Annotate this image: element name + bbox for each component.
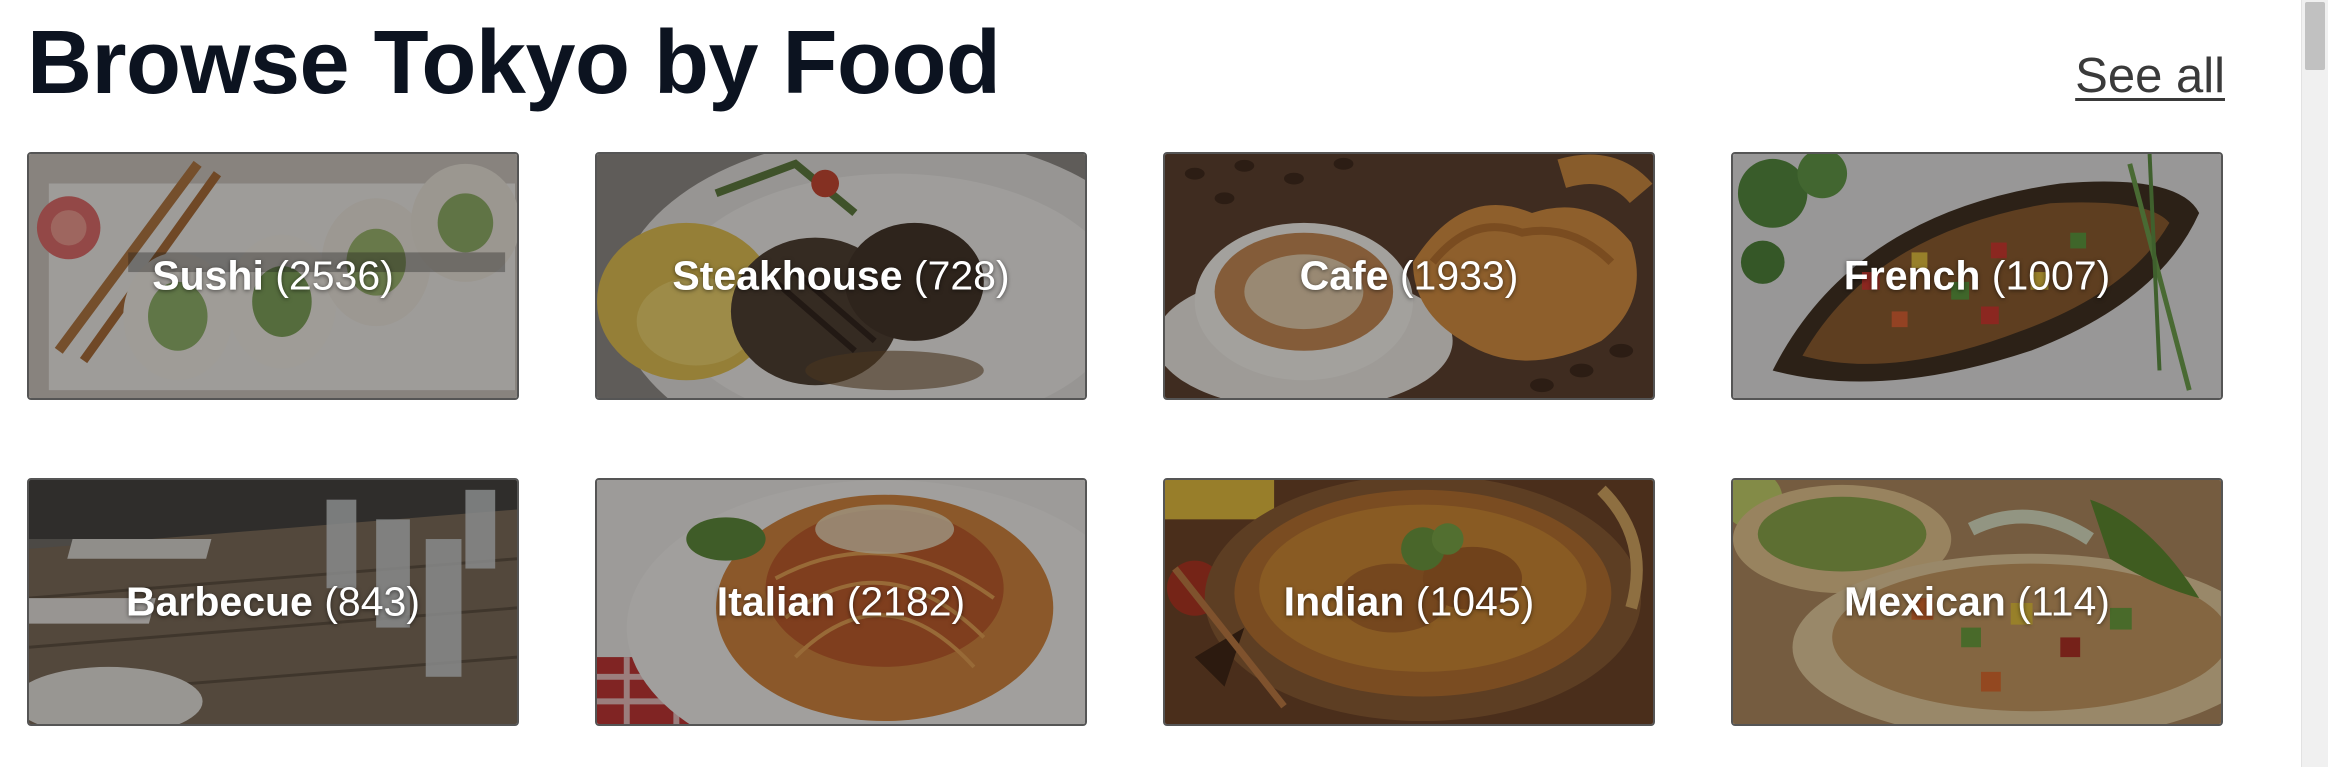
category-count: (728) <box>913 252 1010 299</box>
category-count: (843) <box>324 578 420 625</box>
category-label: Barbecue (843) <box>29 579 517 626</box>
category-count: (2182) <box>846 578 966 625</box>
category-label: Indian (1045) <box>1165 579 1653 626</box>
vertical-scrollbar[interactable] <box>2301 0 2328 767</box>
category-tile-sushi[interactable]: Sushi (2536) <box>27 152 519 400</box>
category-tile-steakhouse[interactable]: Steakhouse (728) <box>595 152 1087 400</box>
scrollbar-thumb[interactable] <box>2305 2 2325 70</box>
category-tile-barbecue[interactable]: Barbecue (843) <box>27 478 519 726</box>
category-label: Italian (2182) <box>597 579 1085 626</box>
category-label: French (1007) <box>1733 253 2221 300</box>
category-name: Indian <box>1283 578 1405 625</box>
category-count: (1007) <box>1991 252 2111 299</box>
page-title: Browse Tokyo by Food <box>27 13 1001 113</box>
category-count: (2536) <box>275 252 394 299</box>
category-name: Italian <box>716 578 836 625</box>
category-count: (114) <box>2017 578 2110 625</box>
category-tile-indian[interactable]: Indian (1045) <box>1163 478 1655 726</box>
page: Browse Tokyo by Food See all Sushi (2536… <box>0 0 2328 767</box>
category-name: Barbecue <box>126 578 313 625</box>
category-name: Sushi <box>152 252 264 299</box>
category-label: Cafe (1933) <box>1165 253 1653 300</box>
category-name: French <box>1843 252 1981 299</box>
category-name: Mexican <box>1844 578 2006 625</box>
category-tile-italian[interactable]: Italian (2182) <box>595 478 1087 726</box>
food-category-grid: Sushi (2536) Steakhouse (728) Cafe (1933… <box>27 152 2223 726</box>
category-label: Mexican (114) <box>1733 579 2221 626</box>
category-name: Steakhouse <box>672 252 903 299</box>
category-label: Sushi (2536) <box>29 253 517 300</box>
category-tile-french[interactable]: French (1007) <box>1731 152 2223 400</box>
category-tile-mexican[interactable]: Mexican (114) <box>1731 478 2223 726</box>
category-count: (1933) <box>1399 252 1519 299</box>
category-label: Steakhouse (728) <box>597 253 1085 300</box>
see-all-link[interactable]: See all <box>2075 48 2225 104</box>
category-name: Cafe <box>1299 252 1389 299</box>
category-count: (1045) <box>1415 578 1535 625</box>
category-tile-cafe[interactable]: Cafe (1933) <box>1163 152 1655 400</box>
